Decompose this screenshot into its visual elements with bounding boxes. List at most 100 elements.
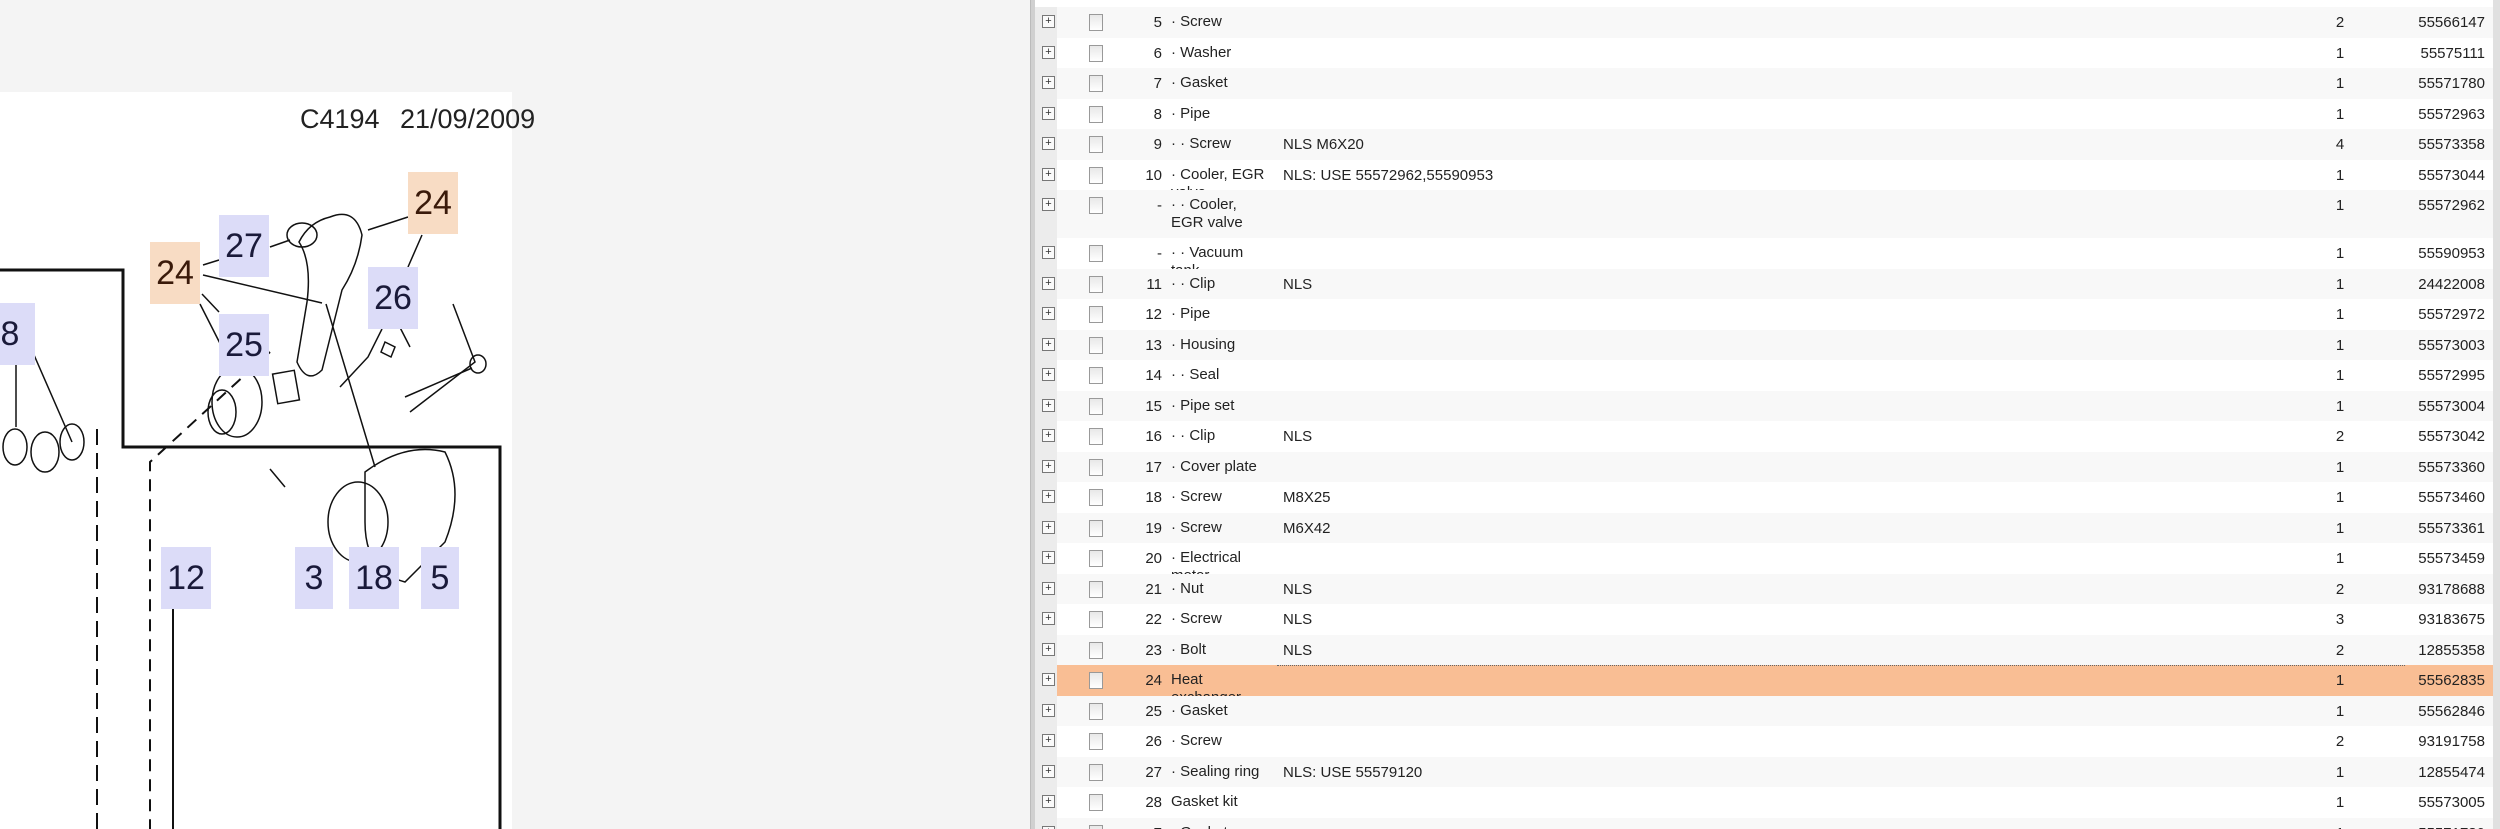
table-row[interactable]: +23 · Bolt NLS 2 12855358 [1035, 634, 2493, 665]
table-row[interactable]: +10· Cooler, EGR valveNLS: USE 55572962,… [1035, 159, 2493, 201]
expand-icon[interactable]: + [1042, 398, 1055, 412]
item-part-number: 55573361 [2418, 519, 2485, 537]
expand-icon[interactable]: + [1042, 167, 1055, 181]
expand-icon[interactable]: + [1042, 246, 1055, 259]
row-checkbox[interactable] [1089, 794, 1103, 811]
row-checkbox[interactable] [1089, 519, 1103, 537]
row-checkbox[interactable] [1089, 702, 1103, 720]
row-checkbox[interactable] [1089, 245, 1103, 262]
expand-icon[interactable]: + [1042, 520, 1055, 534]
table-row[interactable]: +15 · Pipe set 1 55573004 [1035, 390, 2493, 421]
expand-icon[interactable]: + [1042, 612, 1055, 625]
row-checkbox[interactable] [1089, 672, 1103, 689]
callout-3[interactable]: 3 [295, 547, 333, 609]
expand-icon[interactable]: + [1042, 764, 1055, 778]
callout-25[interactable]: 25 [219, 314, 269, 376]
expand-icon[interactable]: + [1042, 276, 1055, 290]
table-row[interactable]: +28 Gasket kit 1 55573005 [1035, 787, 2493, 818]
expand-icon[interactable]: + [1042, 795, 1055, 808]
table-row[interactable]: +19 · Screw M6X42 1 55573361 [1035, 512, 2493, 543]
callout-8[interactable]: 8 [0, 303, 35, 365]
expand-icon[interactable]: + [1042, 307, 1055, 320]
expand-icon[interactable]: + [1042, 106, 1055, 120]
table-row[interactable]: +21 · Nut NLS 2 93178688 [1035, 573, 2493, 604]
row-checkbox[interactable] [1089, 611, 1103, 628]
item-number: 18 [1145, 489, 1162, 506]
table-row[interactable]: +27 · Sealing ring NLS: USE 55579120 1 12855… [1035, 756, 2493, 787]
row-checkbox[interactable] [1089, 763, 1103, 781]
expand-icon[interactable]: + [1042, 15, 1055, 28]
table-row[interactable]: +7 · Gasket 1 55571780 [1035, 68, 2493, 99]
row-checkbox[interactable] [1089, 75, 1103, 92]
callout-12[interactable]: 12 [161, 547, 211, 609]
expand-icon[interactable]: + [1042, 703, 1055, 717]
row-checkbox[interactable] [1089, 275, 1103, 293]
expand-icon[interactable]: + [1042, 551, 1055, 564]
callout-24-secondary[interactable]: 24 [408, 172, 458, 234]
table-row[interactable]: +22 · Screw NLS 3 93183675 [1035, 604, 2493, 635]
expand-icon[interactable]: + [1042, 137, 1055, 150]
table-row[interactable]: +5 · Screw 2 55566147 [1035, 7, 2493, 38]
row-checkbox[interactable] [1089, 733, 1103, 750]
table-row[interactable]: +14 · · Seal 1 55572995 [1035, 360, 2493, 391]
table-row[interactable]: +13 · Housing 1 55573003 [1035, 329, 2493, 360]
table-row[interactable]: +17 · Cover plate 1 55573360 [1035, 451, 2493, 482]
item-number: - [1157, 245, 1162, 262]
row-checkbox[interactable] [1089, 367, 1103, 384]
table-row[interactable]: +24Heat exchanger155562835 [1035, 665, 2493, 706]
table-row[interactable]: +11 · · Clip NLS 1 24422008 [1035, 268, 2493, 299]
expand-icon[interactable]: + [1042, 45, 1055, 59]
row-checkbox[interactable] [1089, 14, 1103, 31]
item-part-number: 55573004 [2418, 397, 2485, 415]
item-description: · Gasket [1171, 74, 1228, 91]
table-row[interactable]: +12 · Pipe 1 55572972 [1035, 299, 2493, 330]
table-row[interactable]: +25 · Gasket 1 55562846 [1035, 695, 2493, 726]
row-checkbox[interactable] [1089, 397, 1103, 415]
table-row[interactable]: +20· Electrical motor155573459 [1035, 543, 2493, 584]
table-row[interactable]: +7 · Gasket 1 55571780 [1035, 817, 2493, 829]
expand-icon[interactable]: + [1042, 76, 1055, 89]
expand-icon[interactable]: + [1042, 581, 1055, 595]
row-checkbox[interactable] [1089, 580, 1103, 598]
table-scrollbar[interactable] [2493, 0, 2500, 829]
row-checkbox[interactable] [1089, 197, 1103, 214]
table-row[interactable]: +26 · Screw 2 93191758 [1035, 726, 2493, 757]
expand-icon[interactable]: + [1042, 734, 1055, 747]
row-checkbox[interactable] [1089, 136, 1103, 153]
callout-26[interactable]: 26 [368, 267, 418, 329]
row-checkbox[interactable] [1089, 489, 1103, 506]
row-checkbox[interactable] [1089, 458, 1103, 476]
item-description: · Screw [1171, 488, 1222, 505]
row-checkbox[interactable] [1089, 306, 1103, 323]
expand-icon[interactable]: + [1042, 673, 1055, 686]
callout-5[interactable]: 5 [421, 547, 459, 609]
table-row[interactable]: +16 · · Clip NLS 2 55573042 [1035, 421, 2493, 452]
row-checkbox[interactable] [1089, 44, 1103, 62]
table-row[interactable]: +18 · Screw M8X25 1 55573460 [1035, 482, 2493, 513]
expand-icon[interactable]: + [1042, 198, 1055, 211]
row-checkbox[interactable] [1089, 428, 1103, 445]
row-checkbox[interactable] [1089, 166, 1103, 184]
callout-24[interactable]: 24 [150, 242, 200, 304]
expand-icon[interactable]: + [1042, 825, 1055, 829]
row-checkbox[interactable] [1089, 336, 1103, 354]
callout-27[interactable]: 27 [219, 215, 269, 277]
row-checkbox[interactable] [1089, 105, 1103, 123]
expand-icon[interactable]: + [1042, 490, 1055, 503]
expand-icon[interactable]: + [1042, 337, 1055, 351]
expand-icon[interactable]: + [1042, 368, 1055, 381]
expand-icon[interactable]: + [1042, 642, 1055, 656]
table-row[interactable]: +-· · Vacuum tank155590953 [1035, 238, 2493, 279]
callout-18[interactable]: 18 [349, 547, 399, 609]
item-number: 15 [1145, 397, 1162, 415]
table-row[interactable]: +9 · · Screw NLS M6X20 4 55573358 [1035, 129, 2493, 160]
table-row[interactable]: + - · · Cooler, EGR valve 1 55572962 [1035, 190, 2493, 238]
row-checkbox[interactable] [1089, 550, 1103, 567]
table-row[interactable]: +6 · Washer 1 55575111 [1035, 37, 2493, 68]
row-checkbox[interactable] [1089, 824, 1103, 829]
row-checkbox[interactable] [1089, 641, 1103, 659]
expand-icon[interactable]: + [1042, 429, 1055, 442]
item-part-number: 93183675 [2418, 611, 2485, 628]
expand-icon[interactable]: + [1042, 459, 1055, 473]
table-row[interactable]: +8 · Pipe 1 55572963 [1035, 98, 2493, 129]
